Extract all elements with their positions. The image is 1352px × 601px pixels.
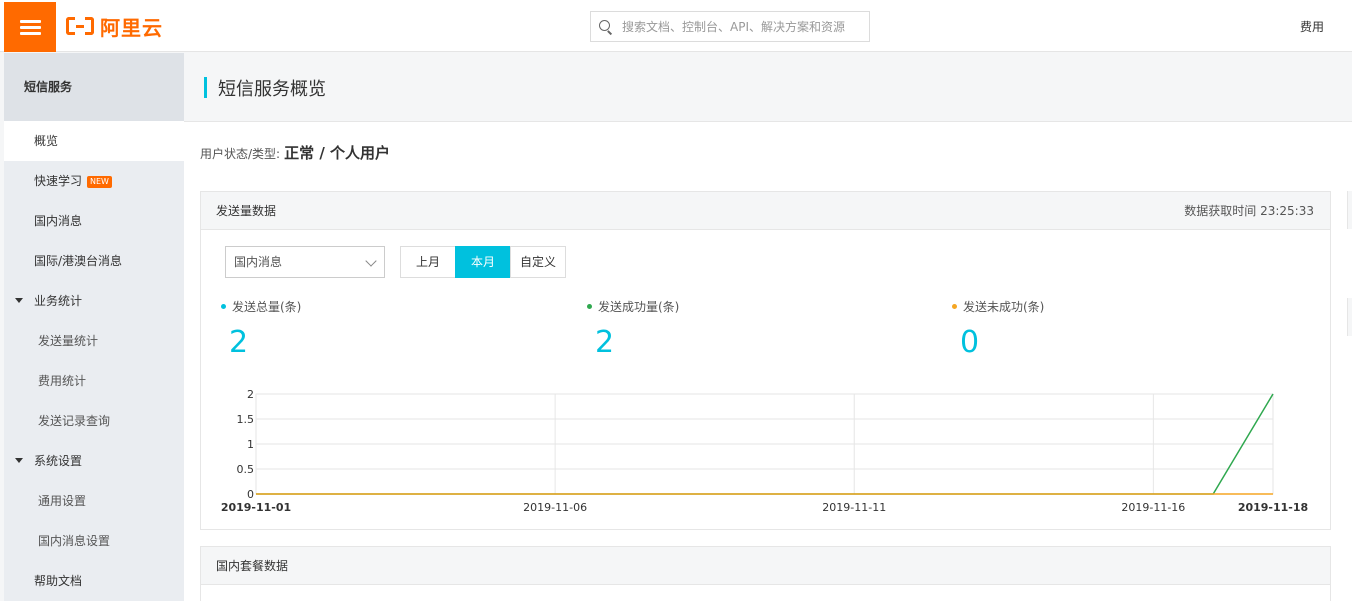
range-last-month-button[interactable]: 上月 — [400, 246, 456, 278]
stat-value: 0 — [960, 325, 980, 360]
status-dot — [952, 304, 957, 309]
package-panel: 国内套餐数据 — [200, 546, 1331, 601]
x-tick-label: 2019-11-06 — [523, 501, 587, 514]
search-icon — [599, 20, 612, 33]
stat-value: 2 — [229, 325, 249, 360]
search-input[interactable] — [622, 19, 867, 34]
sidebar-item-cost-stats[interactable]: 费用统计 — [4, 361, 184, 401]
sidebar-group-system-settings[interactable]: 系统设置 — [4, 441, 184, 481]
stat-label: 发送未成功(条) — [963, 300, 1045, 314]
x-tick-label: 2019-11-16 — [1121, 501, 1185, 514]
x-tick-label: 2019-11-18 — [1238, 501, 1308, 514]
select-value: 国内消息 — [234, 255, 283, 269]
sidebar-item-domestic-messages[interactable]: 国内消息 — [4, 201, 184, 241]
y-tick-label: 2 — [247, 388, 254, 401]
message-type-select[interactable]: 国内消息 — [225, 246, 385, 278]
user-status-value: 正常 / 个人用户 — [284, 144, 391, 162]
sidebar-item-help-docs[interactable]: 帮助文档 — [4, 561, 184, 601]
y-tick-label: 1.5 — [237, 413, 255, 426]
logo-text: 阿里云 — [100, 15, 163, 40]
range-button-group: 上月 本月 自定义 — [400, 246, 566, 278]
sidebar-item-general-settings[interactable]: 通用设置 — [4, 481, 184, 521]
panel-header: 发送量数据 数据获取时间 23:25:33 — [201, 192, 1330, 230]
search-box[interactable] — [590, 11, 870, 42]
stat-failed: 发送未成功(条) 0 — [952, 298, 1044, 360]
stat-label: 发送总量(条) — [232, 300, 302, 314]
caret-down-icon — [15, 298, 23, 303]
side-panel-stub — [1347, 191, 1352, 229]
main-content: 短信服务概览 用户状态/类型: 正常 / 个人用户 发送量数据 数据获取时间 2… — [184, 53, 1352, 601]
user-status: 用户状态/类型: 正常 / 个人用户 — [200, 142, 390, 163]
new-badge: NEW — [87, 176, 112, 188]
top-bar: 阿里云 费用 — [0, 0, 1352, 52]
range-this-month-button[interactable]: 本月 — [455, 246, 511, 278]
fees-link[interactable]: 费用 — [1300, 18, 1324, 35]
stat-success: 发送成功量(条) 2 — [587, 298, 679, 360]
page-title: 短信服务概览 — [218, 79, 326, 100]
y-tick-label: 0 — [247, 488, 254, 501]
x-tick-label: 2019-11-11 — [822, 501, 886, 514]
title-accent — [204, 77, 207, 98]
user-status-label: 用户状态/类型: — [200, 147, 281, 161]
range-custom-button[interactable]: 自定义 — [510, 246, 566, 278]
send-volume-panel: 发送量数据 数据获取时间 23:25:33 国内消息 上月 本月 自定义 发送总… — [200, 191, 1331, 530]
aliyun-logo[interactable]: 阿里云 — [66, 12, 163, 40]
sidebar-item-overview[interactable]: 概览 — [4, 121, 184, 161]
sidebar-group-business-stats[interactable]: 业务统计 — [4, 281, 184, 321]
stat-value: 2 — [595, 325, 615, 360]
page-title-bar: 短信服务概览 — [184, 53, 1352, 122]
y-tick-label: 0.5 — [237, 463, 255, 476]
sidebar-title: 短信服务 — [4, 53, 184, 121]
fetch-time: 数据获取时间 23:25:33 — [1184, 204, 1314, 218]
caret-down-icon — [15, 458, 23, 463]
chevron-down-icon — [365, 255, 377, 267]
hamburger-icon — [20, 20, 41, 23]
status-dot — [221, 304, 226, 309]
sidebar: 短信服务 概览 快速学习 NEW 国内消息 国际/港澳台消息 业务统计 发送量统计… — [4, 53, 184, 601]
sidebar-item-international-messages[interactable]: 国际/港澳台消息 — [4, 241, 184, 281]
send-volume-chart: 0 0.5 1 1.5 2 2019-11-01 2019-11-06 2019-11-11 2… — [201, 382, 1331, 525]
x-tick-label: 2019-11-01 — [221, 501, 291, 514]
y-tick-label: 1 — [247, 438, 254, 451]
sidebar-item-send-records[interactable]: 发送记录查询 — [4, 401, 184, 441]
menu-toggle-button[interactable] — [4, 2, 56, 52]
panel-header: 国内套餐数据 — [201, 547, 1330, 585]
stat-label: 发送成功量(条) — [598, 300, 680, 314]
status-dot — [587, 304, 592, 309]
stat-total: 发送总量(条) 2 — [221, 298, 301, 360]
line-chart: 0 0.5 1 1.5 2 2019-11-01 2019-11-06 2019-11-11 2… — [221, 388, 1308, 514]
sidebar-item-domestic-message-settings[interactable]: 国内消息设置 — [4, 521, 184, 561]
panel-title: 国内套餐数据 — [216, 559, 289, 573]
sidebar-item-send-volume-stats[interactable]: 发送量统计 — [4, 321, 184, 361]
logo-mark-icon — [66, 17, 94, 35]
sidebar-item-quick-start[interactable]: 快速学习 NEW — [4, 161, 184, 201]
side-panel-stub — [1347, 298, 1352, 336]
panel-title: 发送量数据 — [216, 204, 277, 218]
